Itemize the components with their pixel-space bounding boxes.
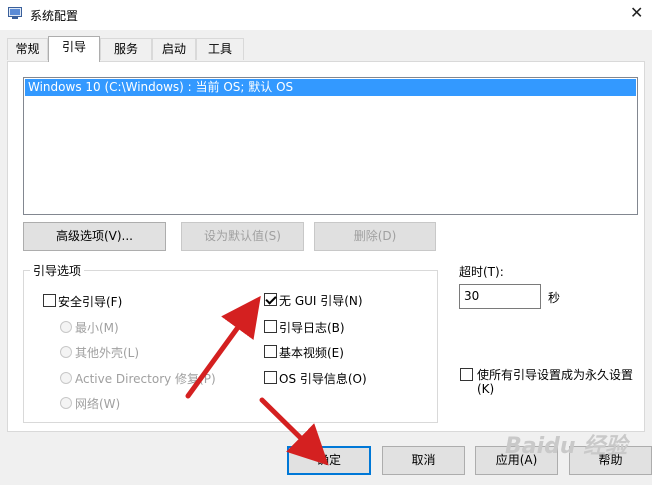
- title-bar: 系统配置 ✕: [0, 0, 652, 30]
- minimal-label: 最小(M): [75, 321, 119, 335]
- os-boot-info-checkbox[interactable]: [264, 371, 277, 384]
- tab-services[interactable]: 服务: [100, 38, 152, 60]
- advanced-options-button[interactable]: 高级选项(V)...: [23, 222, 166, 251]
- window-title: 系统配置: [30, 9, 79, 23]
- make-permanent-checkbox[interactable]: [460, 368, 473, 381]
- make-permanent-label: 使所有引导设置成为永久设置: [477, 368, 634, 382]
- safe-boot-label: 安全引导(F): [58, 295, 123, 309]
- safe-boot-checkbox[interactable]: [43, 294, 56, 307]
- tab-boot[interactable]: 引导: [48, 36, 100, 62]
- os-boot-info-label: OS 引导信息(O): [279, 372, 367, 386]
- os-list-item[interactable]: Windows 10 (C:\Windows) : 当前 OS; 默认 OS: [25, 79, 636, 96]
- timeout-unit: 秒: [548, 291, 561, 305]
- system-config-icon: [8, 7, 22, 19]
- active-directory-repair-radio[interactable]: [60, 372, 72, 384]
- alternate-shell-label: 其他外壳(L): [75, 346, 140, 360]
- no-gui-boot-checkbox[interactable]: [264, 293, 277, 306]
- alternate-shell-radio[interactable]: [60, 346, 72, 358]
- timeout-input[interactable]: 30: [459, 284, 541, 309]
- boot-log-checkbox[interactable]: [264, 320, 277, 333]
- ok-button[interactable]: 确定: [287, 446, 371, 475]
- no-gui-boot-label: 无 GUI 引导(N): [279, 294, 363, 308]
- os-list[interactable]: Windows 10 (C:\Windows) : 当前 OS; 默认 OS: [23, 77, 638, 215]
- network-label: 网络(W): [75, 397, 121, 411]
- baidu-watermark: Baidu 经验: [505, 434, 628, 459]
- minimal-radio[interactable]: [60, 321, 72, 333]
- close-icon[interactable]: ✕: [630, 3, 643, 22]
- boot-log-label: 引导日志(B): [279, 321, 345, 335]
- boot-options-label: 引导选项: [30, 262, 85, 279]
- cancel-button[interactable]: 取消: [382, 446, 465, 475]
- make-permanent-label-hotkey: (K): [477, 382, 495, 396]
- network-radio[interactable]: [60, 397, 72, 409]
- tab-startup[interactable]: 启动: [152, 38, 196, 60]
- tab-general[interactable]: 常规: [7, 38, 48, 60]
- timeout-label: 超时(T):: [459, 265, 504, 279]
- base-video-label: 基本视频(E): [279, 346, 344, 360]
- active-directory-repair-label: Active Directory 修复(P): [75, 372, 216, 386]
- base-video-checkbox[interactable]: [264, 345, 277, 358]
- set-default-button[interactable]: 设为默认值(S): [181, 222, 304, 251]
- tab-tools[interactable]: 工具: [196, 38, 244, 60]
- delete-button[interactable]: 删除(D): [314, 222, 436, 251]
